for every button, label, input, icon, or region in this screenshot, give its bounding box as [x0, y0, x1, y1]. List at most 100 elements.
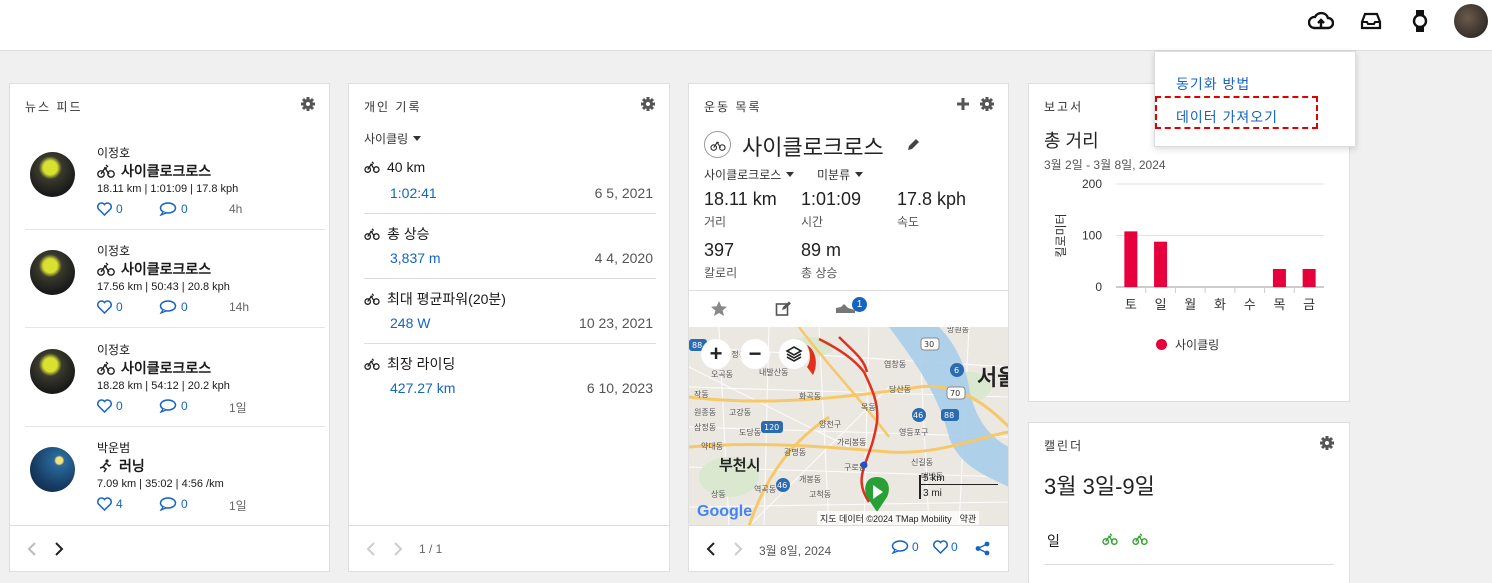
chevron-right-icon[interactable] [733, 542, 743, 556]
report-metric[interactable]: 총 거리 [1044, 127, 1099, 153]
legend-label: 사이클링 [1175, 338, 1220, 352]
report-title: 보고서 [1044, 100, 1084, 114]
calendar-day-row[interactable]: 일 [1044, 519, 1334, 565]
time-value: 1:01:09 [801, 189, 862, 209]
gear-icon[interactable] [300, 96, 316, 112]
feed-user-name[interactable]: 이정호 [97, 144, 130, 161]
share-icon[interactable] [975, 541, 990, 556]
record-value-link[interactable]: 427.27 km [390, 380, 455, 396]
bar [1154, 241, 1168, 287]
highlight-box [1155, 96, 1318, 129]
user-avatar[interactable] [30, 152, 75, 197]
comment-button[interactable]: 0 [159, 202, 188, 216]
map-layers-button[interactable] [779, 339, 809, 369]
feed-user-name[interactable]: 이정호 [97, 341, 130, 358]
cycling-activity-icon[interactable] [1132, 533, 1148, 545]
like-button[interactable]: 0 [97, 399, 123, 413]
chevron-right-icon[interactable] [393, 542, 403, 556]
category-dropdown[interactable]: 미분류 [817, 166, 864, 183]
record-title: 40 km [387, 159, 426, 175]
inbox-icon[interactable] [1358, 8, 1384, 34]
place-label: 화곡동 [799, 392, 821, 401]
place-label: 고척동 [809, 490, 831, 499]
chevron-left-icon[interactable] [706, 542, 716, 556]
feed-activity-name[interactable]: 러닝 [119, 456, 145, 476]
feed-activity-name[interactable]: 사이클로크로스 [121, 358, 211, 378]
star-icon[interactable] [710, 300, 728, 317]
chevron-left-icon[interactable] [366, 542, 376, 556]
x-tick-label: 토 [1125, 298, 1137, 313]
pencil-icon[interactable] [906, 138, 920, 152]
calendar-card: 캘린더 3월 3일-9일 일 [1028, 422, 1350, 583]
activity-name[interactable]: 사이클로크로스 [742, 130, 884, 162]
record-value-link[interactable]: 3,837 m [390, 250, 441, 266]
zoom-out-button[interactable]: − [740, 339, 770, 369]
comment-button[interactable]: 0 [159, 300, 188, 314]
record-title: 총 상승 [387, 226, 430, 242]
like-button[interactable]: 0 [97, 202, 123, 216]
ascent-value: 89 m [801, 240, 842, 260]
page-indicator: 1 / 1 [419, 542, 443, 556]
comment-button[interactable]: 0 [159, 399, 188, 413]
sync-guide-link[interactable]: 동기화 방법 [1176, 74, 1250, 94]
running-icon [99, 459, 112, 473]
time-label: 시간 [801, 215, 824, 229]
like-button[interactable]: 0 [97, 300, 123, 314]
gear-icon[interactable] [1319, 435, 1335, 451]
feed-user-name[interactable]: 박운범 [97, 439, 130, 456]
cloud-upload-icon[interactable] [1308, 8, 1334, 34]
top-bar [0, 0, 1492, 51]
speed-label: 속도 [897, 215, 920, 229]
feed-item[interactable]: 이정호 사이클로크로스 18.11 km | 1:01:09 | 17.8 kp… [25, 132, 325, 230]
record-item[interactable]: 최장 라이딩 427.27 km 6 10, 2023 [364, 344, 656, 409]
caret-down-icon [855, 172, 864, 177]
x-tick-label: 일 [1155, 298, 1167, 313]
place-label: 상동 [711, 489, 726, 499]
chevron-right-icon[interactable] [54, 542, 64, 556]
plus-icon[interactable] [956, 97, 970, 111]
record-value-link[interactable]: 1:02:41 [390, 185, 437, 201]
like-button[interactable]: 4 [97, 497, 123, 511]
bar [1124, 231, 1138, 287]
gear-icon[interactable] [640, 96, 656, 112]
record-item[interactable]: 40 km 1:02:41 6 5, 2021 [364, 149, 656, 214]
activity-type-dropdown[interactable]: 사이클로크로스 [704, 166, 795, 183]
feed-item[interactable]: 박운범 러닝 7.09 km | 35:02 | 4:56 /km 4 0 1일 [25, 427, 325, 525]
zoom-in-button[interactable]: + [701, 339, 731, 369]
record-value-link[interactable]: 248 W [390, 315, 430, 331]
activity-type-icon [704, 131, 731, 158]
watch-icon[interactable] [1407, 8, 1433, 34]
chevron-left-icon[interactable] [27, 542, 37, 556]
place-label: 고강동 [729, 407, 751, 417]
avatar[interactable] [1454, 4, 1488, 38]
comment-button[interactable]: 0 [891, 540, 919, 554]
speed-value: 17.8 kph [897, 189, 967, 209]
feed-item[interactable]: 이정호 사이클로크로스 18.28 km | 54:12 | 20.2 kph … [25, 329, 325, 427]
route-map[interactable]: 오곡동 내발산동 화곡동 목동 양천구 영등포구 신길동 대방동 광명동 가리봉… [689, 327, 1008, 526]
feed-activity-name[interactable]: 사이클로크로스 [121, 259, 211, 279]
bar [1272, 268, 1286, 287]
heart-icon [97, 497, 112, 511]
comment-icon [159, 497, 177, 511]
user-avatar[interactable] [30, 250, 75, 295]
user-avatar[interactable] [30, 447, 75, 492]
feed-activity-name[interactable]: 사이클로크로스 [121, 161, 211, 181]
record-item[interactable]: 최대 평균파워(20분) 248 W 10 23, 2021 [364, 279, 656, 344]
like-button[interactable]: 0 [933, 540, 958, 554]
user-avatar[interactable] [30, 349, 75, 394]
comment-icon [159, 202, 177, 216]
y-tick-label: 200 [1082, 177, 1102, 191]
cycling-activity-icon[interactable] [1102, 533, 1118, 545]
terms-link[interactable]: 약관 [960, 514, 977, 524]
sport-filter-dropdown[interactable]: 사이클링 [364, 130, 422, 147]
feed-user-name[interactable]: 이정호 [97, 242, 130, 259]
edit-note-icon[interactable] [775, 301, 792, 317]
feed-time: 14h [229, 300, 250, 314]
record-item[interactable]: 총 상승 3,837 m 4 4, 2020 [364, 214, 656, 279]
layers-icon [785, 346, 803, 362]
feed-item[interactable]: 이정호 사이클로크로스 17.56 km | 50:43 | 20.8 kph … [25, 230, 325, 328]
feed-stats: 17.56 km | 50:43 | 20.8 kph [97, 281, 230, 293]
gear-icon[interactable] [979, 96, 995, 112]
comment-button[interactable]: 0 [159, 497, 188, 511]
place-label: 역곡동 [754, 484, 776, 494]
